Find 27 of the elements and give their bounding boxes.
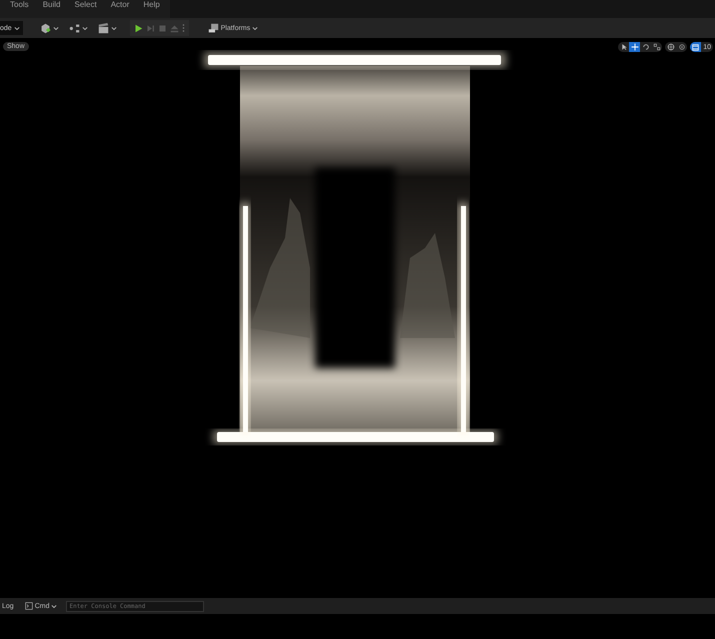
console-icon [24, 602, 33, 610]
globe-button[interactable] [665, 42, 676, 52]
caret-icon [110, 26, 117, 30]
move-tool-button[interactable] [629, 42, 640, 52]
globe-icon [666, 43, 675, 51]
menu-item[interactable]: Build [42, 0, 60, 9]
cursor-icon [620, 43, 628, 51]
menu-item[interactable]: Help [143, 0, 160, 9]
caret-icon [14, 26, 20, 30]
crosshair-icon [630, 43, 639, 51]
menu-item[interactable]: Actor [110, 0, 130, 9]
eject-icon [170, 24, 179, 32]
caret-icon [51, 604, 58, 608]
caret-icon [82, 26, 88, 30]
scale-tool-button[interactable] [651, 42, 662, 52]
clapperboard-icon [98, 22, 109, 34]
menu-item[interactable]: Select [74, 0, 97, 9]
step-play-icon [146, 24, 155, 32]
squares-icon [652, 43, 661, 51]
target-icon [678, 43, 686, 51]
cube-plus-icon [40, 22, 51, 34]
nodes-icon [68, 22, 80, 34]
play-icon [134, 24, 143, 32]
stop-icon [158, 24, 167, 32]
caret-icon [252, 26, 258, 30]
caret-icon [52, 26, 59, 30]
menu-item[interactable]: Tools [10, 0, 29, 9]
